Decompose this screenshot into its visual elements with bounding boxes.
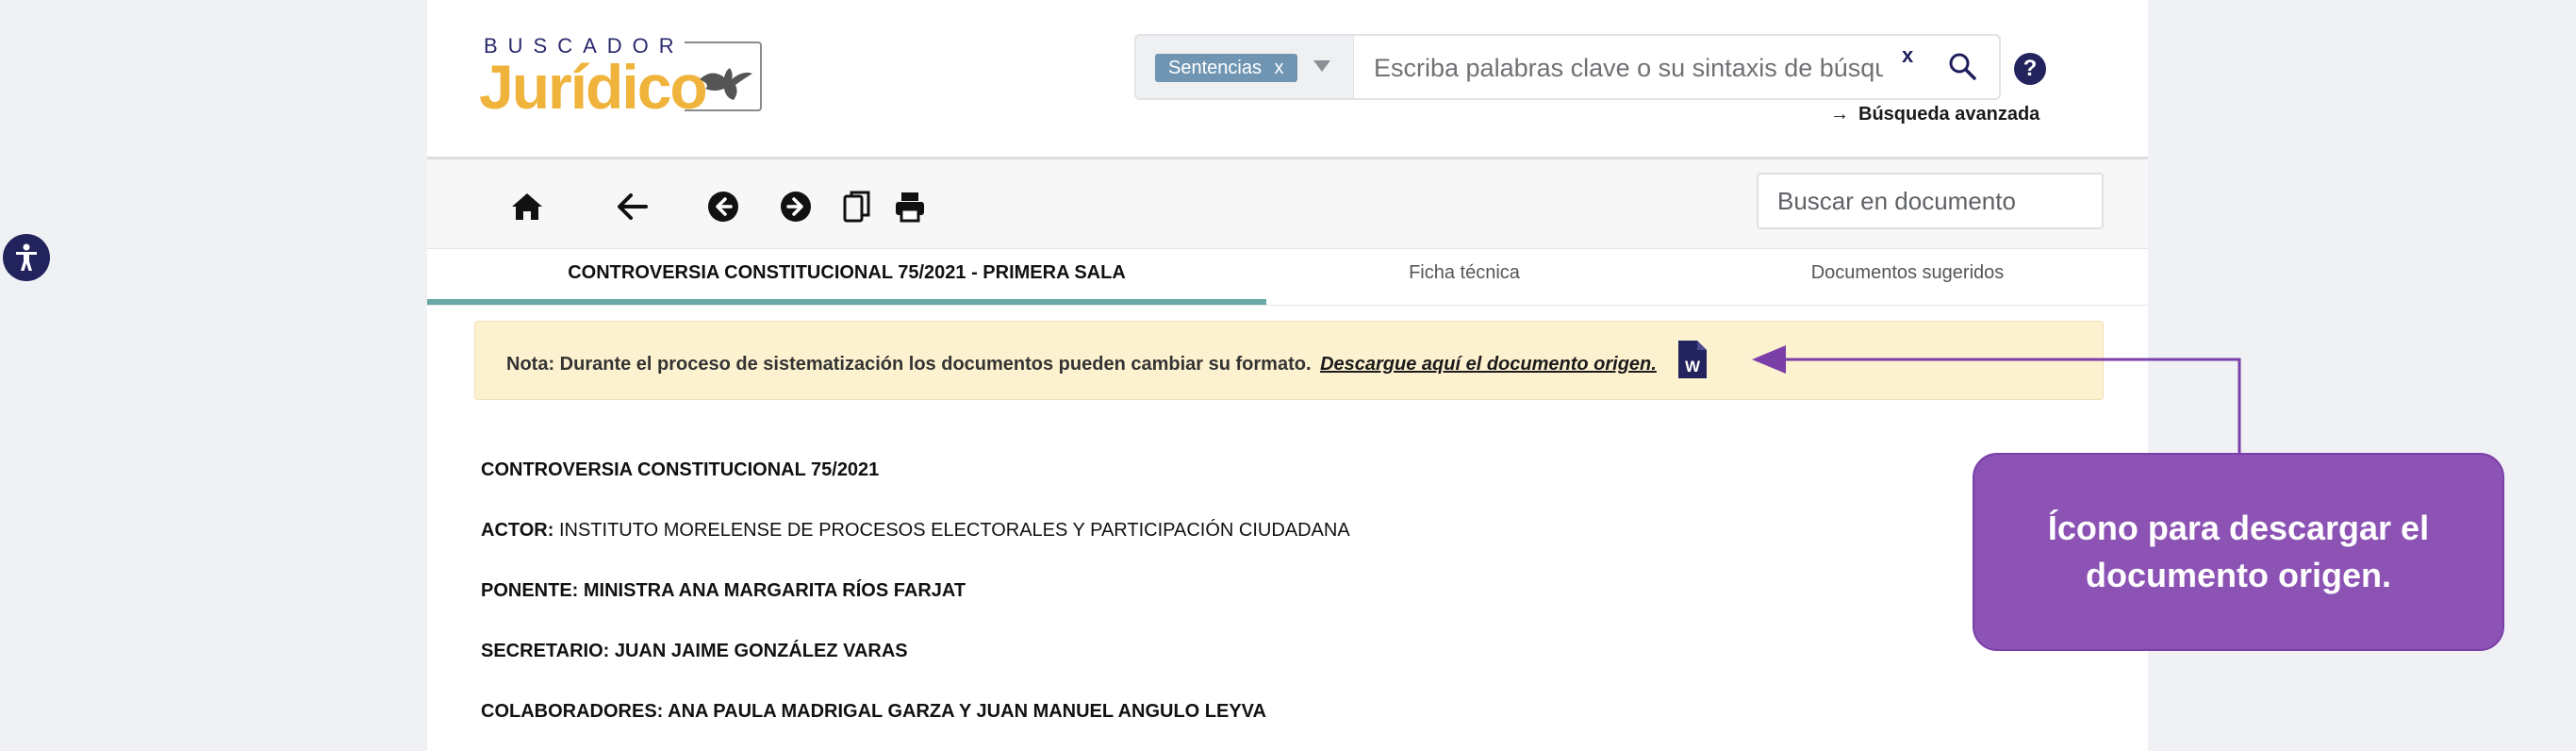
search-box: Sentencias x x [1134,34,2001,100]
ponente-text: PONENTE: MINISTRA ANA MARGARITA RÍOS FAR… [481,580,966,601]
actor-label: ACTOR: [481,520,554,541]
word-icon-letter: W [1685,358,1701,376]
colaboradores-text: COLABORADORES: ANA PAULA MADRIGAL GARZA … [481,701,1266,722]
copy-icon [843,191,870,223]
toolbar [427,159,2148,249]
back-button[interactable] [614,188,652,225]
copy-button[interactable] [838,188,876,225]
previous-circle-icon [708,192,738,222]
header: BUSCADOR Jurídico Sentencias x x ? [427,0,2148,159]
secretario-line: SECRETARIO: JUAN JAIME GONZÁLEZ VARAS [481,641,908,662]
back-arrow-icon [618,193,648,220]
previous-button[interactable] [704,188,742,225]
arrow-right-icon: → [1830,104,1849,125]
actor-value: INSTITUTO MORELENSE DE PROCESOS ELECTORA… [558,520,1350,541]
tab-document[interactable]: CONTROVERSIA CONSTITUCIONAL 75/2021 - PR… [427,248,1266,305]
actor-line: ACTOR: INSTITUTO MORELENSE DE PROCESOS E… [481,520,1350,542]
advanced-search-link[interactable]: → Búsqueda avanzada [1830,104,2039,125]
next-button[interactable] [777,188,815,225]
clear-search-icon[interactable]: x [1902,43,1913,68]
callout-box: Ícono para descargar el documento origen… [1973,453,2504,651]
tab-ficha-tecnica[interactable]: Ficha técnica [1389,248,1540,305]
filter-chip[interactable]: Sentencias x [1155,54,1297,82]
document-title: CONTROVERSIA CONSTITUCIONAL 75/2021 [481,459,879,481]
search-icon[interactable] [1947,51,1977,81]
logo-main-text: Jurídico [479,52,708,122]
search-input[interactable] [1372,36,1885,98]
print-icon [896,192,924,223]
page: BUSCADOR Jurídico Sentencias x x ? [427,0,2148,751]
home-icon [512,193,542,220]
print-button[interactable] [891,188,929,225]
filter-chip-label: Sentencias [1168,58,1262,78]
advanced-search-label: Búsqueda avanzada [1858,104,2040,125]
eagle-icon [700,68,752,100]
note-text: Nota: Durante el proceso de sistematizac… [506,354,1312,375]
tab-documentos-sugeridos[interactable]: Documentos sugeridos [1785,248,2030,305]
tab-bar: CONTROVERSIA CONSTITUCIONAL 75/2021 - PR… [427,248,2148,306]
ponente-line: PONENTE: MINISTRA ANA MARGARITA RÍOS FAR… [481,580,966,602]
colaboradores-line: COLABORADORES: ANA PAULA MADRIGAL GARZA … [481,701,1266,723]
callout-text: Ícono para descargar el documento origen… [2047,509,2430,594]
filter-dropdown[interactable]: Sentencias x [1136,36,1354,98]
chevron-down-icon[interactable] [1313,60,1330,72]
note-text-wrapper: Nota: Durante el proceso de sistematizac… [506,354,1657,376]
accessibility-button[interactable] [3,234,50,281]
next-circle-icon [781,192,811,222]
download-origin-link[interactable]: Descargue aquí el documento origen. [1320,354,1657,375]
chip-remove-icon[interactable]: x [1275,58,1284,78]
document-title-text: CONTROVERSIA CONSTITUCIONAL 75/2021 [481,459,880,480]
accessibility-icon [16,243,37,271]
format-note: Nota: Durante el proceso de sistematizac… [474,321,2104,400]
secretario-text: SECRETARIO: JUAN JAIME GONZÁLEZ VARAS [481,641,908,661]
help-icon[interactable]: ? [2014,53,2046,85]
logo[interactable]: BUSCADOR Jurídico [479,34,762,122]
home-button[interactable] [508,188,546,225]
document-search-input[interactable] [1757,173,2104,229]
word-document-icon[interactable]: W [1676,339,1709,380]
